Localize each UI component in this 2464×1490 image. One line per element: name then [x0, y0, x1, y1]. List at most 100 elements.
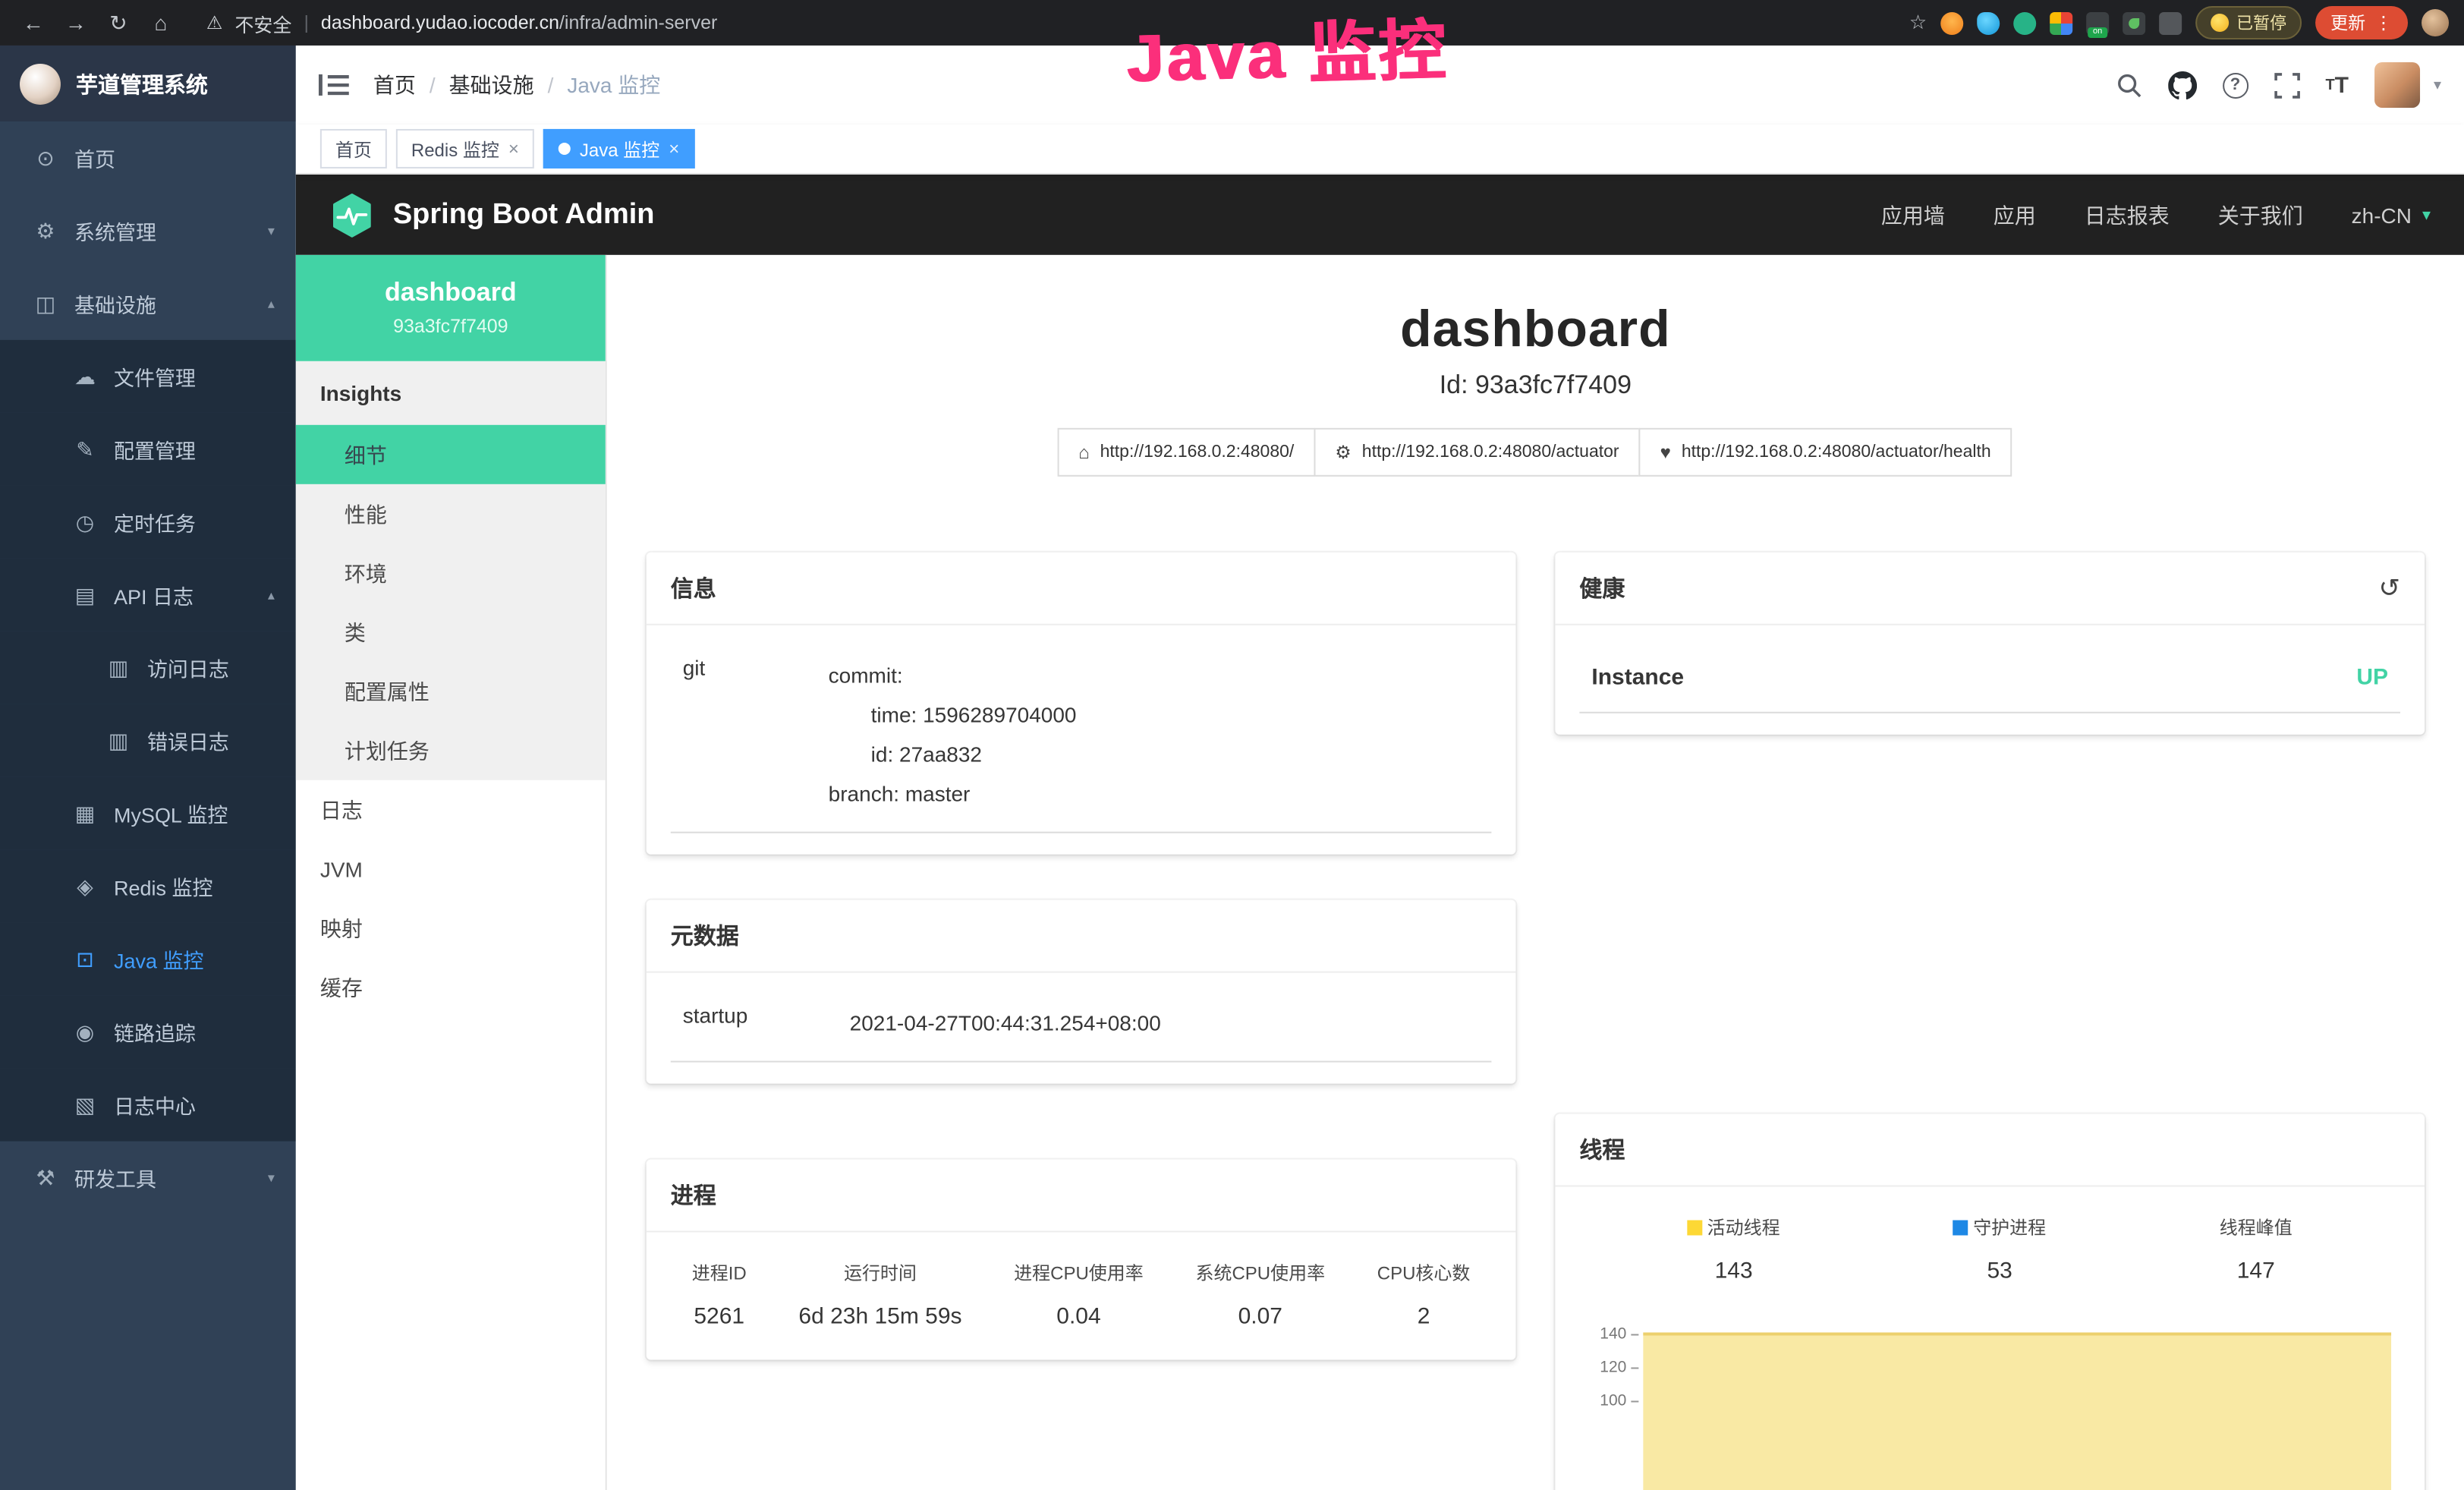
sidebar-item-log-center[interactable]: ▧ 日志中心	[0, 1069, 296, 1142]
browser-reload-button[interactable]: ↻	[100, 5, 137, 41]
sba-nav-about[interactable]: 关于我们	[2218, 200, 2303, 230]
extension-vue-icon[interactable]	[2013, 11, 2036, 34]
language-selector[interactable]: zh-CN ▾	[2352, 203, 2431, 227]
extension-grid-icon[interactable]	[2050, 11, 2072, 34]
extensions-puzzle-icon[interactable]	[2159, 11, 2182, 34]
sidebar-item-error-log[interactable]: ▥ 错误日志	[0, 704, 296, 777]
gear-icon: ⚙	[33, 218, 58, 244]
sidebar-item-redis[interactable]: ◈ Redis 监控	[0, 850, 296, 923]
sidebar-item-home[interactable]: ⊙ 首页	[0, 121, 296, 194]
address-bar[interactable]: ⚠ 不安全 | dashboard.yudao.iocoder.cn/infra…	[185, 5, 1903, 41]
sidebar-item-access-log[interactable]: ▥ 访问日志	[0, 632, 296, 704]
extension-switch-icon[interactable]: on	[2086, 11, 2109, 34]
actuator-link[interactable]: ⚙ http://192.168.0.2:48080/actuator	[1314, 428, 1640, 477]
clock-icon: ◷	[73, 509, 97, 535]
stat-label: 进程ID	[692, 1260, 747, 1286]
sba-menu-logs[interactable]: 日志	[296, 780, 606, 840]
sba-menu-environment[interactable]: 环境	[296, 543, 606, 603]
tag-close-icon[interactable]: ×	[669, 138, 679, 159]
font-size-large: T	[2335, 72, 2349, 98]
sba-menu-configprops[interactable]: 配置属性	[296, 662, 606, 721]
health-instance-row[interactable]: Instance UP	[1579, 647, 2400, 713]
app-logo[interactable]: 芋道管理系统	[0, 46, 296, 121]
insights-section: Insights 细节 性能 环境 类 配置属性 计划任务	[296, 361, 606, 780]
metadata-row-value: 2021-04-27T00:44:31.254+08:00	[850, 1003, 1161, 1043]
chevron-down-icon: ▾	[268, 222, 275, 239]
stat-label: 守护进程	[1973, 1218, 2046, 1239]
right-column: 健康 ↺ Instance UP	[1555, 553, 2425, 1490]
sba-menu-classes[interactable]: 类	[296, 603, 606, 662]
sidebar-item-infra[interactable]: ◫ 基础设施 ▴	[0, 267, 296, 340]
extension-drop-icon[interactable]	[1977, 11, 2000, 34]
url-domain: dashboard.yudao.iocoder.cn	[321, 12, 559, 33]
fullscreen-icon[interactable]	[2274, 72, 2299, 98]
sba-menu-scheduled-tasks[interactable]: 计划任务	[296, 721, 606, 780]
sba-menu-caches[interactable]: 缓存	[296, 958, 606, 1017]
sba-nav-wallboard[interactable]: 应用墙	[1881, 200, 1945, 230]
help-icon[interactable]: ?	[2222, 72, 2248, 98]
stat-label: 系统CPU使用率	[1195, 1260, 1325, 1286]
sidebar-item-api-log[interactable]: ▤ API 日志 ▴	[0, 559, 296, 632]
document-icon: ▥	[106, 728, 131, 754]
instance-home-link[interactable]: ⌂ http://192.168.0.2:48080/	[1057, 428, 1315, 477]
update-button[interactable]: 更新⋮	[2315, 6, 2408, 39]
extension-leaf-icon[interactable]	[2123, 11, 2145, 34]
sba-nav-journal[interactable]: 日志报表	[2085, 200, 2170, 230]
language-label: zh-CN	[2352, 203, 2412, 227]
stat-value: 53	[1953, 1258, 2046, 1284]
sba-menu-mappings[interactable]: 映射	[296, 899, 606, 958]
sidebar-item-java-monitor[interactable]: ⊡ Java 监控	[0, 923, 296, 996]
sidebar-item-label: 研发工具	[74, 1163, 156, 1193]
bookmark-star-icon[interactable]: ☆	[1909, 11, 1927, 35]
tag-redis-monitor[interactable]: Redis 监控 ×	[396, 129, 534, 169]
font-size-small: T	[2325, 77, 2334, 93]
github-icon[interactable]	[2168, 71, 2197, 99]
instance-header[interactable]: dashboard 93a3fc7f7409	[296, 255, 606, 361]
health-link[interactable]: ♥ http://192.168.0.2:48080/actuator/heal…	[1639, 428, 2012, 477]
user-avatar[interactable]	[2374, 62, 2420, 108]
breadcrumb-item-home[interactable]: 首页	[373, 70, 416, 100]
browser-forward-button[interactable]: →	[58, 5, 94, 41]
top-navbar: 首页 / 基础设施 / Java 监控 ? TT ▾	[296, 46, 2464, 124]
sidebar-item-system[interactable]: ⚙ 系统管理 ▾	[0, 194, 296, 267]
sidebar-item-dev-tools[interactable]: ⚒ 研发工具 ▾	[0, 1142, 296, 1214]
sidebar-item-jobs[interactable]: ◷ 定时任务	[0, 486, 296, 559]
tag-close-icon[interactable]: ×	[508, 138, 519, 159]
breadcrumb-item-infra[interactable]: 基础设施	[449, 70, 534, 100]
browser-back-button[interactable]: ←	[15, 5, 52, 41]
sidebar-item-mysql[interactable]: ▦ MySQL 监控	[0, 777, 296, 850]
sba-brand-title[interactable]: Spring Boot Admin	[393, 198, 655, 232]
dashboard-icon: ⊙	[33, 145, 58, 171]
health-row-label: Instance	[1591, 665, 1684, 691]
info-card: 信息 git commit: time: 1596289704000 id: 2…	[647, 553, 1516, 855]
font-size-icon[interactable]: TT	[2325, 72, 2349, 98]
collapse-sidebar-button[interactable]	[319, 73, 349, 97]
url-text: dashboard.yudao.iocoder.cn/infra/admin-s…	[321, 12, 717, 33]
sba-menu-details[interactable]: 细节	[296, 425, 606, 484]
sidebar-item-config[interactable]: ✎ 配置管理	[0, 413, 296, 486]
sba-menu-jvm[interactable]: JVM	[296, 840, 606, 899]
browser-profile-avatar[interactable]	[2422, 9, 2449, 36]
tick-mark	[1631, 1333, 1638, 1334]
y-tick-label: 140	[1600, 1325, 1626, 1343]
search-icon[interactable]	[2116, 72, 2142, 98]
sidebar-item-tracing[interactable]: ◉ 链路追踪	[0, 996, 296, 1069]
chevron-up-icon: ▴	[268, 587, 275, 603]
tag-home[interactable]: 首页	[320, 129, 387, 169]
sba-nav: 应用墙 应用 日志报表 关于我们 zh-CN ▾	[1881, 200, 2431, 230]
sidebar-item-files[interactable]: ☁ 文件管理	[0, 340, 296, 413]
url-path: /infra/admin-server	[559, 12, 717, 33]
history-icon[interactable]: ↺	[2379, 573, 2400, 603]
sba-body: dashboard 93a3fc7f7409 Insights 细节 性能 环境…	[296, 255, 2464, 1490]
sba-nav-applications[interactable]: 应用	[1994, 200, 2036, 230]
stat-pid: 进程ID 5261	[692, 1260, 747, 1330]
avatar-caret-icon[interactable]: ▾	[2434, 77, 2441, 93]
browser-home-button[interactable]: ⌂	[143, 5, 179, 41]
tag-java-monitor[interactable]: Java 监控 ×	[543, 129, 694, 169]
sba-menu-metrics[interactable]: 性能	[296, 484, 606, 543]
threads-stats: 活动线程 143 守护进程 53	[1579, 1208, 2400, 1293]
tick-mark	[1631, 1400, 1638, 1401]
paused-badge[interactable]: 已暂停	[2195, 6, 2302, 39]
extension-fox-icon[interactable]	[1940, 11, 1963, 34]
main-column: 首页 / 基础设施 / Java 监控 ? TT ▾	[296, 46, 2464, 1490]
